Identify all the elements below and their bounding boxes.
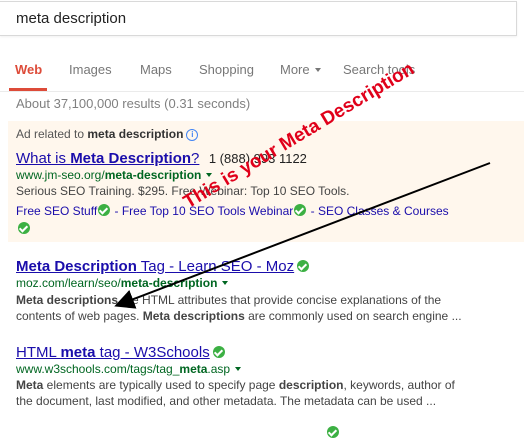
- arrow-line: [114, 162, 491, 309]
- annotation-arrow: [114, 162, 491, 309]
